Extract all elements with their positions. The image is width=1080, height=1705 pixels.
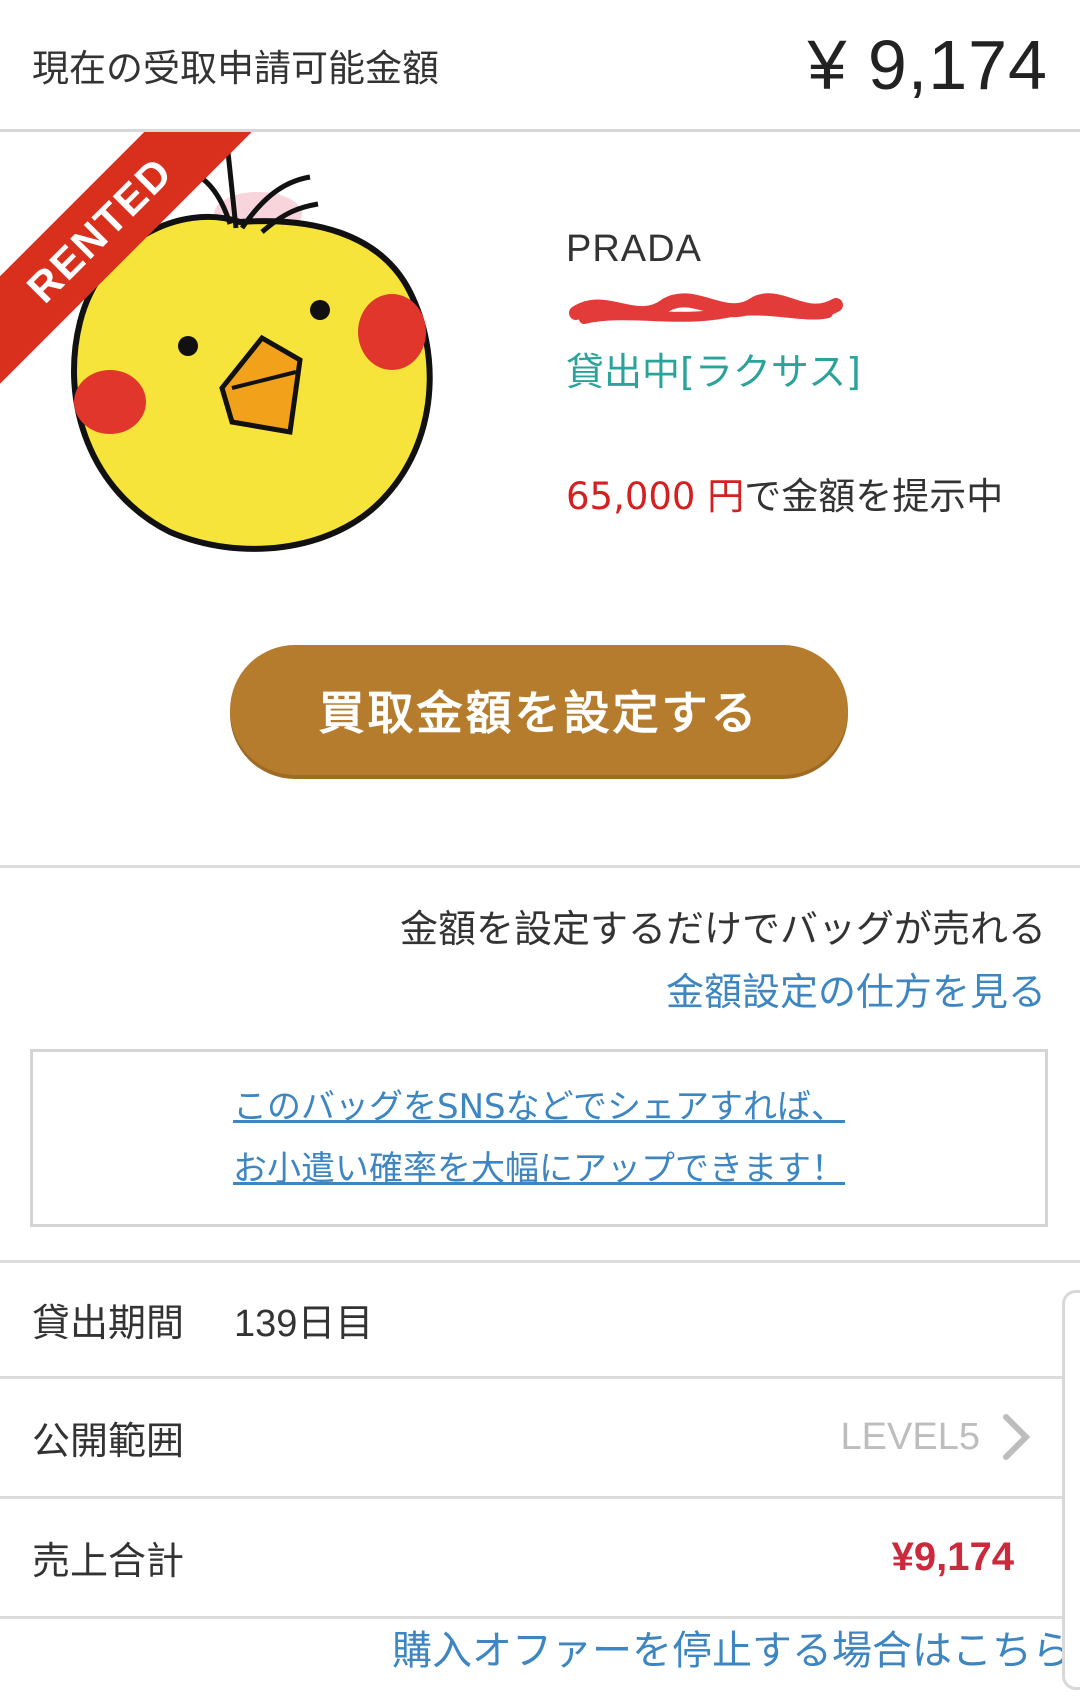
offer-suffix: で金額を提示中: [744, 475, 1004, 518]
visibility-row[interactable]: 公開範囲 LEVEL5: [0, 1378, 1066, 1496]
visibility-value: LEVEL5: [841, 1411, 1034, 1463]
share-promo-link-line2[interactable]: お小遣い確率を大幅にアップできます！: [233, 1138, 845, 1200]
set-buyout-price-button[interactable]: 買取金額を設定する: [230, 645, 848, 775]
item-thumbnail[interactable]: RENTED: [0, 132, 470, 602]
sales-total-row: 売上合計 ¥9,174: [0, 1498, 1066, 1616]
share-promo-box: このバッグをSNSなどでシェアすれば、 お小遣い確率を大幅にアップできます！: [30, 1049, 1048, 1227]
rental-period-value: 139日目: [234, 1302, 374, 1345]
pricing-howto-link[interactable]: 金額設定の仕方を見る: [400, 961, 1046, 1016]
available-amount-value: ¥ 9,174: [807, 25, 1048, 104]
sales-total-label: 売上合計: [32, 1538, 185, 1583]
offer-price: 65,000 円: [566, 475, 745, 518]
pricing-tip-text: 金額を設定するだけでバッグが売れる: [399, 907, 1046, 951]
sales-total-value: ¥9,174: [891, 1534, 1014, 1579]
rental-period-label: 貸出期間: [32, 1300, 185, 1345]
rented-ribbon: RENTED: [0, 132, 260, 392]
item-status: 貸出中[ラクサス]: [566, 350, 861, 394]
divider: [0, 865, 1080, 868]
offer-text: 65,000 円で金額を提示中: [566, 466, 1003, 520]
available-amount-label: 現在の受取申請可能金額: [32, 46, 439, 90]
visibility-label: 公開範囲: [32, 1418, 185, 1463]
share-promo-link-line1[interactable]: このバッグをSNSなどでシェアすれば、: [233, 1076, 845, 1138]
chevron-right-icon: [1003, 1414, 1031, 1460]
pricing-tip: 金額を設定するだけでバッグが売れる 金額設定の仕方を見る: [400, 898, 1046, 1016]
rental-period-row: 貸出期間 139日目: [0, 1260, 1066, 1378]
rented-ribbon-label: RENTED: [0, 132, 260, 392]
visibility-level: LEVEL5: [840, 1415, 980, 1458]
item-meta: PRADA 貸出中[ラクサス]: [566, 228, 861, 396]
side-drawer-handle[interactable]: [1062, 1290, 1080, 1690]
header: 現在の受取申請可能金額 ¥ 9,174: [0, 0, 1080, 132]
item-brand: PRADA: [566, 228, 702, 270]
stop-offers-link[interactable]: 購入オファーを停止する場合はこちら: [392, 1618, 1072, 1676]
redacted-scribble: [569, 293, 843, 324]
